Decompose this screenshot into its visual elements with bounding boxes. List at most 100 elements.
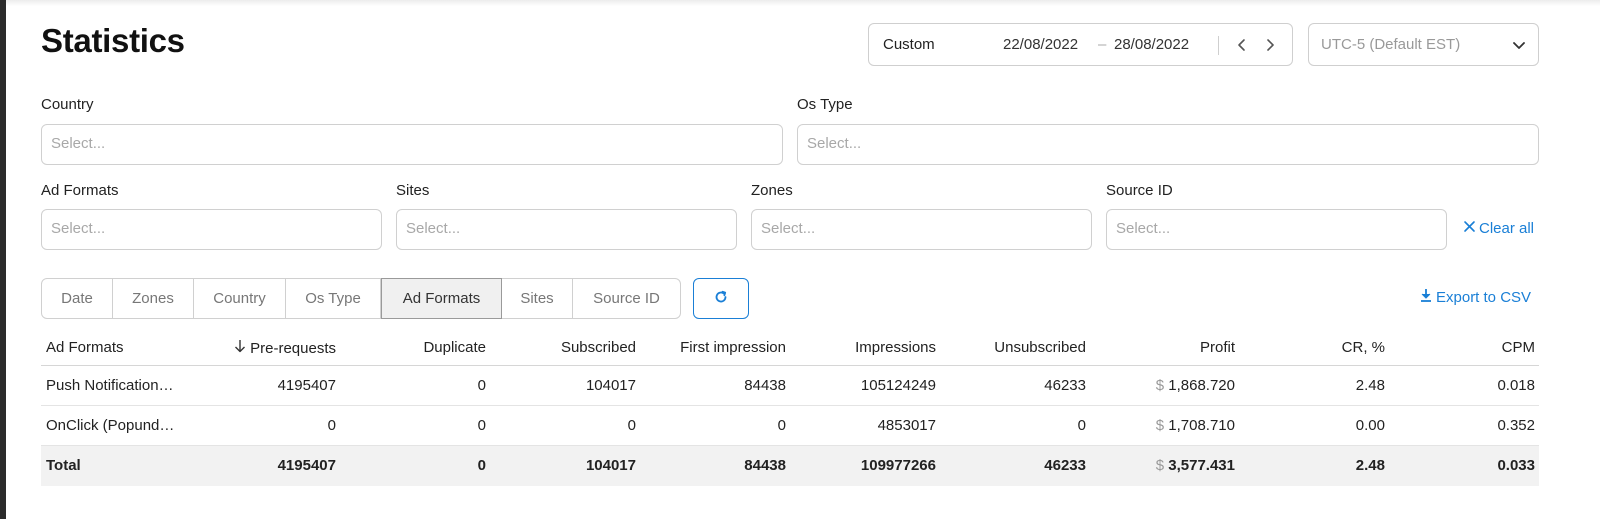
zones-label: Zones [751,182,793,199]
tab-country[interactable]: Country [194,279,286,318]
cell-pre-requests: 4195407 [277,377,336,394]
clear-all-button[interactable]: Clear all [1463,220,1534,237]
tab-date[interactable]: Date [42,279,113,318]
column-header-impressions[interactable]: Impressions [855,339,936,356]
source-id-label: Source ID [1106,182,1173,199]
date-separator: – [1098,36,1107,53]
currency-symbol: $ [1155,417,1165,434]
total-duplicate: 0 [477,457,486,474]
total-cr: 2.48 [1355,457,1385,474]
clear-all-label: Clear all [1479,220,1535,237]
column-header-profit[interactable]: Profit [1200,339,1235,356]
column-header-subscribed[interactable]: Subscribed [561,339,636,356]
tab-os-type[interactable]: Os Type [286,279,381,318]
date-preset[interactable]: Custom [883,36,935,53]
date-range-picker[interactable]: Custom 22/08/2022 – 28/08/2022 [868,23,1293,66]
os-type-select[interactable] [797,124,1539,165]
column-header-cpm[interactable]: CPM [1502,339,1535,356]
sites-input[interactable] [406,220,712,237]
column-header-cr[interactable]: CR, % [1342,339,1385,356]
cell-subscribed: 104017 [585,377,636,394]
cell-pre-requests: 0 [327,417,336,434]
tab-source-id[interactable]: Source ID [573,279,680,318]
column-header-ad-formats[interactable]: Ad Formats [46,339,124,356]
date-to[interactable]: 28/08/2022 [1114,36,1189,53]
table-row[interactable]: Push Notification… 4195407 0 104017 8443… [41,366,1539,406]
group-by-tabs: Date Zones Country Os Type Ad Formats Si… [41,278,681,319]
cell-profit-value: 1,708.710 [1168,417,1235,434]
country-input[interactable] [51,135,717,152]
timezone-select[interactable]: UTC-5 (Default EST) [1308,23,1539,66]
ad-formats-input[interactable] [51,220,357,237]
chevron-right-icon[interactable] [1259,33,1281,57]
currency-symbol: $ [1155,377,1165,394]
total-pre-requests: 4195407 [277,457,336,474]
column-header-unsubscribed[interactable]: Unsubscribed [994,339,1086,356]
cell-cr: 0.00 [1355,417,1385,434]
cell-ad-format: OnClick (Popund… [46,417,175,434]
chevron-down-icon [1510,36,1528,54]
ad-formats-select[interactable] [41,209,382,250]
total-first-impression: 84438 [744,457,786,474]
cell-first-impression: 84438 [744,377,786,394]
export-csv-button[interactable]: Export to CSV [1420,288,1531,306]
cell-ad-format: Push Notification… [46,377,174,394]
total-profit-value: 3,577.431 [1168,457,1235,474]
refresh-button[interactable] [693,278,749,319]
total-profit: $ 3,577.431 [1156,457,1235,474]
os-type-input[interactable] [807,135,1473,152]
os-type-label: Os Type [797,96,853,113]
total-cpm: 0.033 [1497,457,1535,474]
total-subscribed: 104017 [585,457,636,474]
cell-unsubscribed: 46233 [1044,377,1086,394]
country-select[interactable] [41,124,783,165]
currency-symbol: $ [1155,457,1165,474]
cell-profit: $ 1,708.710 [1156,417,1235,434]
chevron-left-icon[interactable] [1231,33,1253,57]
column-header-first-impression[interactable]: First impression [680,339,786,356]
cell-profit-value: 1,868.720 [1168,377,1235,394]
tab-zones[interactable]: Zones [113,279,194,318]
total-label: Total [46,457,81,474]
sites-select[interactable] [396,209,737,250]
table-row[interactable]: OnClick (Popund… 0 0 0 0 4853017 0 $ 1,7… [41,406,1539,446]
source-id-select[interactable] [1106,209,1447,250]
table-total-row: Total 4195407 0 104017 84438 109977266 4… [41,446,1539,486]
timezone-value: UTC-5 (Default EST) [1321,36,1461,53]
column-header-pre-requests-label: Pre-requests [250,339,336,357]
cell-cr: 2.48 [1355,377,1385,394]
tab-ad-formats[interactable]: Ad Formats [381,278,502,319]
sites-label: Sites [396,182,430,199]
tab-sites[interactable]: Sites [502,279,573,318]
column-header-pre-requests[interactable]: Pre-requests [234,339,336,357]
close-icon [1463,220,1476,237]
date-divider [1218,36,1219,55]
zones-select[interactable] [751,209,1092,250]
statistics-table: Ad Formats Pre-requests Duplicate Subscr… [41,328,1539,486]
cell-first-impression: 0 [777,417,786,434]
arrow-down-icon [234,339,246,357]
total-unsubscribed: 46233 [1044,457,1086,474]
export-csv-label: Export to CSV [1436,288,1532,306]
column-header-duplicate[interactable]: Duplicate [423,339,486,356]
cell-impressions: 4853017 [877,417,936,434]
download-icon [1420,288,1432,306]
cell-cpm: 0.018 [1497,377,1535,394]
source-id-input[interactable] [1116,220,1422,237]
country-label: Country [41,96,94,113]
zones-input[interactable] [761,220,1067,237]
cell-cpm: 0.352 [1497,417,1535,434]
cell-duplicate: 0 [477,377,486,394]
page-title: Statistics [41,22,185,59]
date-from[interactable]: 22/08/2022 [1003,36,1078,53]
top-shadow [6,0,1600,6]
cell-subscribed: 0 [627,417,636,434]
left-rail [0,0,6,519]
cell-profit: $ 1,868.720 [1156,377,1235,394]
ad-formats-label: Ad Formats [41,182,119,199]
refresh-icon [713,289,729,309]
cell-duplicate: 0 [477,417,486,434]
total-impressions: 109977266 [860,457,936,474]
table-header: Ad Formats Pre-requests Duplicate Subscr… [41,328,1539,366]
cell-unsubscribed: 0 [1077,417,1086,434]
